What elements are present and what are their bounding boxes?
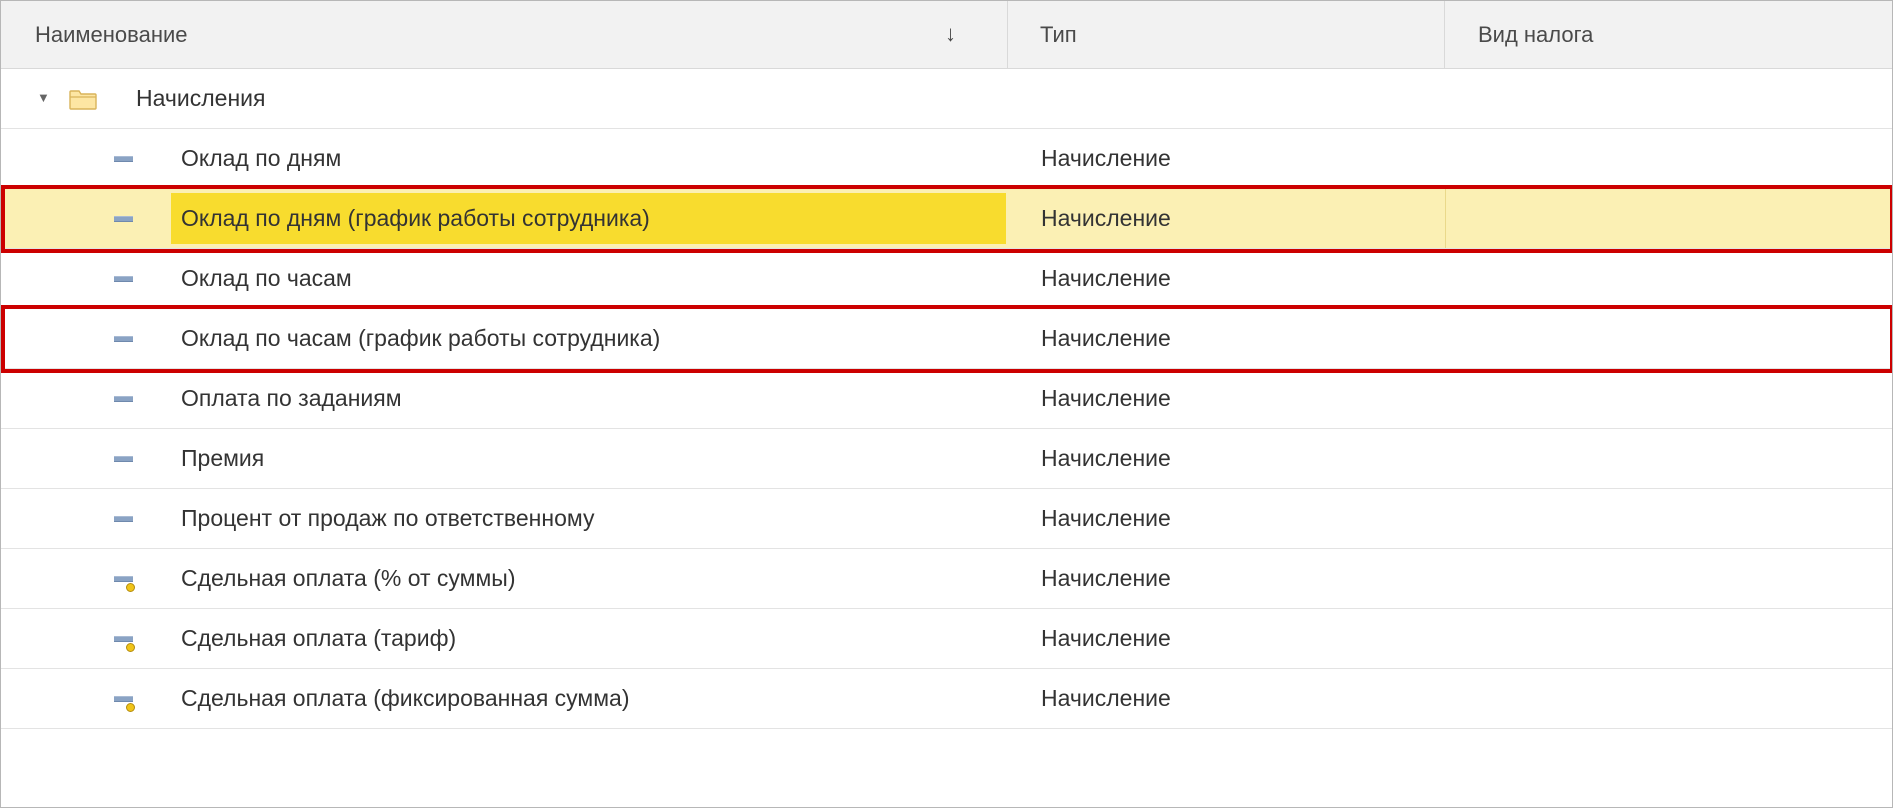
row-type: Начисление [1041, 445, 1171, 471]
row-name: Оклад по часам [181, 265, 352, 291]
row-name: Оклад по дням (график работы сотрудника) [181, 205, 650, 231]
table-header: Наименование ↓ Тип Вид налога [1, 1, 1892, 69]
row-type: Начисление [1041, 145, 1171, 171]
row-type: Начисление [1041, 565, 1171, 591]
row-type: Начисление [1041, 325, 1171, 351]
accrual-icon [114, 156, 133, 162]
row-type: Начисление [1041, 625, 1171, 651]
piecework-accrual-icon [114, 576, 133, 582]
table-row-selected[interactable]: Оклад по дням (график работы сотрудника)… [1, 189, 1892, 249]
row-name: Премия [181, 445, 265, 471]
column-header-type-label: Тип [1040, 22, 1077, 47]
folder-icon [69, 90, 97, 110]
table-row[interactable]: Сдельная оплата (тариф) Начисление [1, 609, 1892, 669]
row-type: Начисление [1041, 385, 1171, 411]
accrual-icon [114, 216, 133, 222]
accruals-table: Наименование ↓ Тип Вид налога ▼ Начислен… [0, 0, 1893, 808]
group-label: Начисления [136, 85, 266, 111]
column-header-tax-kind[interactable]: Вид налога [1445, 1, 1892, 69]
row-type: Начисление [1041, 205, 1171, 231]
row-name: Сдельная оплата (тариф) [181, 625, 457, 651]
accrual-icon [114, 336, 133, 342]
sort-descending-icon[interactable]: ↓ [945, 1, 956, 69]
coin-badge-icon [126, 703, 135, 712]
coin-badge-icon [126, 583, 135, 592]
row-name: Сдельная оплата (% от суммы) [181, 565, 516, 591]
row-name: Процент от продаж по ответственному [181, 505, 595, 531]
table-row[interactable]: Оклад по дням Начисление [1, 129, 1892, 189]
column-header-name-label: Наименование [35, 22, 188, 47]
table-row[interactable]: Сдельная оплата (% от суммы) Начисление [1, 549, 1892, 609]
table-row[interactable]: Сдельная оплата (фиксированная сумма) На… [1, 669, 1892, 729]
column-divider [1445, 189, 1446, 248]
row-name: Сдельная оплата (фиксированная сумма) [181, 685, 630, 711]
accrual-icon [114, 396, 133, 402]
table-row[interactable]: Оклад по часам (график работы сотрудника… [1, 309, 1892, 369]
column-header-name[interactable]: Наименование [1, 1, 1008, 69]
row-name: Оклад по дням [181, 145, 342, 171]
coin-badge-icon [126, 643, 135, 652]
group-row-accruals[interactable]: ▼ Начисления [1, 69, 1892, 129]
table-row[interactable]: Оклад по часам Начисление [1, 249, 1892, 309]
row-name: Оплата по заданиям [181, 385, 402, 411]
accrual-icon [114, 276, 133, 282]
row-type: Начисление [1041, 505, 1171, 531]
row-type: Начисление [1041, 265, 1171, 291]
piecework-accrual-icon [114, 696, 133, 702]
table-row[interactable]: Оплата по заданиям Начисление [1, 369, 1892, 429]
piecework-accrual-icon [114, 636, 133, 642]
accrual-icon [114, 456, 133, 462]
table-row[interactable]: Премия Начисление [1, 429, 1892, 489]
column-header-tax-kind-label: Вид налога [1478, 22, 1594, 47]
collapse-triangle-icon[interactable]: ▼ [37, 69, 50, 128]
accrual-icon [114, 516, 133, 522]
table-row[interactable]: Процент от продаж по ответственному Начи… [1, 489, 1892, 549]
row-type: Начисление [1041, 685, 1171, 711]
column-header-type[interactable]: Тип [1008, 1, 1445, 69]
row-name: Оклад по часам (график работы сотрудника… [181, 325, 661, 351]
